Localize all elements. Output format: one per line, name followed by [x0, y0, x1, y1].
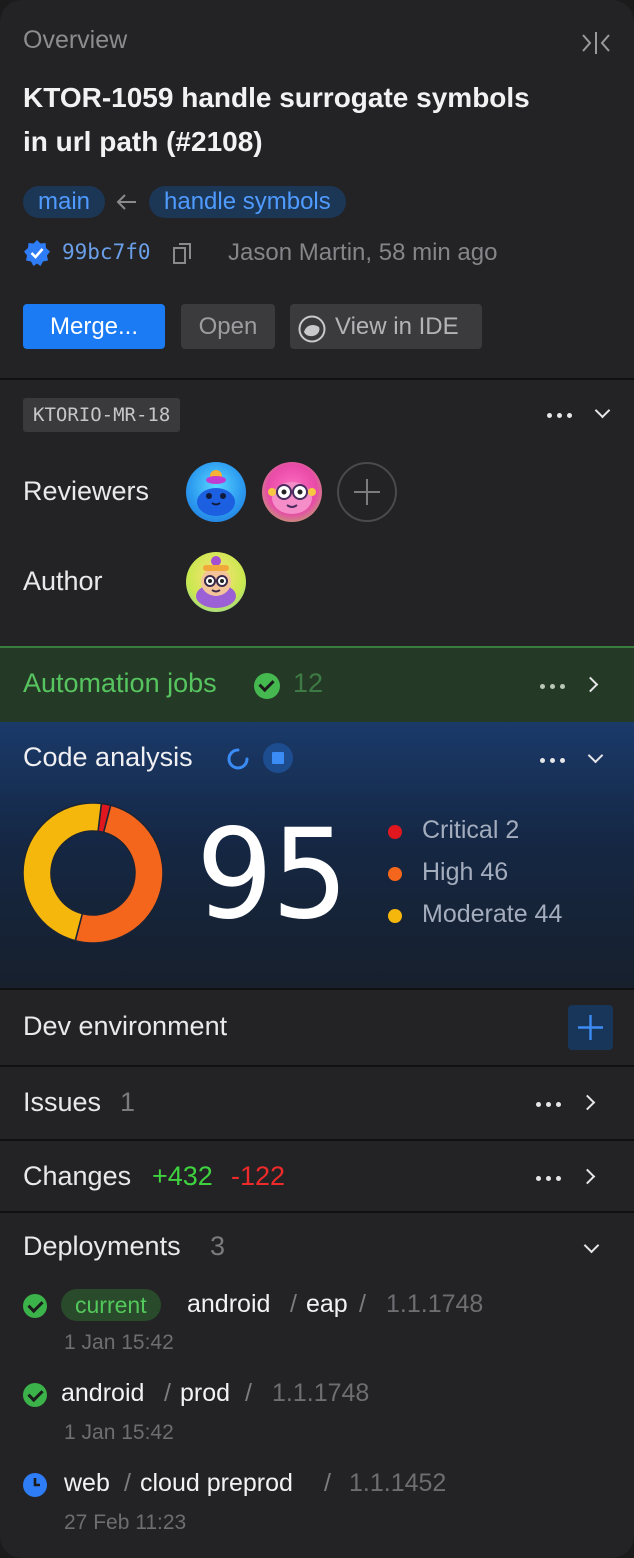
- open-button[interactable]: Open: [181, 304, 275, 349]
- path-separator: /: [164, 1379, 171, 1407]
- success-check-icon: [254, 673, 280, 699]
- deployment-time: 1 Jan 15:42: [64, 1421, 174, 1444]
- legend-moderate: Moderate 44: [422, 900, 563, 928]
- legend-high: High 46: [422, 858, 509, 886]
- verified-badge-icon: [23, 239, 51, 267]
- legend-dot-high: [388, 867, 402, 881]
- deployment-version: 1.1.1748: [272, 1379, 370, 1407]
- deployment-version: 1.1.1452: [349, 1469, 447, 1497]
- merge-button[interactable]: Merge...: [23, 304, 165, 349]
- mr-id-badge[interactable]: KTORIO-MR-18: [23, 398, 181, 432]
- path-separator: /: [245, 1379, 252, 1407]
- issues-label[interactable]: Issues: [23, 1087, 101, 1118]
- more-options-icon[interactable]: [536, 1101, 561, 1107]
- divider: [0, 378, 634, 380]
- reviewer-avatar[interactable]: [262, 462, 322, 522]
- more-options-icon[interactable]: [536, 1175, 561, 1181]
- chevron-right-icon[interactable]: [579, 1094, 596, 1111]
- source-branch-badge[interactable]: handle symbols: [149, 186, 346, 218]
- arrow-left-icon: [116, 192, 138, 212]
- merge-request-panel: Overview KTOR-1059 handle surrogate symb…: [0, 0, 634, 1558]
- reviewer-avatar[interactable]: [186, 462, 246, 522]
- automation-jobs-count: 12: [293, 668, 324, 698]
- collapse-panel-icon[interactable]: [580, 30, 612, 56]
- success-check-icon: [23, 1383, 47, 1407]
- legend-dot-critical: [388, 825, 402, 839]
- more-options-icon[interactable]: [547, 412, 572, 418]
- chevron-down-icon[interactable]: [583, 1237, 600, 1254]
- chevron-down-icon[interactable]: [594, 402, 611, 419]
- deployments-label: Deployments: [23, 1231, 181, 1261]
- divider: [0, 1139, 634, 1141]
- chevron-right-icon[interactable]: [582, 676, 599, 693]
- path-separator: /: [124, 1469, 131, 1497]
- page-title-line2: in url path (#2108): [23, 126, 263, 157]
- changes-added: +432: [152, 1161, 213, 1191]
- deployment-env[interactable]: prod: [180, 1379, 230, 1408]
- path-separator: /: [290, 1290, 297, 1318]
- severity-donut-chart: [23, 803, 163, 943]
- divider: [0, 1065, 634, 1067]
- more-options-icon[interactable]: [540, 757, 565, 763]
- more-options-icon[interactable]: [540, 683, 565, 689]
- add-dev-environment-button[interactable]: [568, 1005, 613, 1050]
- author-avatar[interactable]: [186, 552, 246, 612]
- stop-analysis-button[interactable]: [263, 743, 293, 773]
- success-check-icon: [23, 1294, 47, 1318]
- path-separator: /: [359, 1290, 366, 1318]
- ide-icon: [298, 313, 326, 343]
- chevron-down-icon[interactable]: [587, 747, 604, 764]
- plus-icon: [578, 1015, 603, 1040]
- copy-icon[interactable]: [172, 242, 192, 266]
- legend-critical: Critical 2: [422, 816, 520, 844]
- changes-label[interactable]: Changes: [23, 1161, 131, 1192]
- analysis-score: 95: [196, 803, 349, 947]
- divider: [0, 1211, 634, 1213]
- path-separator: /: [324, 1469, 331, 1497]
- view-in-ide-label: View in IDE: [335, 313, 459, 340]
- automation-jobs-label: Automation jobs: [23, 668, 217, 698]
- deployment-env[interactable]: cloud preprod: [140, 1469, 293, 1498]
- dev-environment-label: Dev environment: [23, 1011, 228, 1041]
- add-reviewer-button[interactable]: [337, 462, 397, 522]
- page-title-line1: KTOR-1059 handle surrogate symbols: [23, 82, 530, 113]
- legend-dot-moderate: [388, 909, 402, 923]
- plus-icon: [354, 479, 380, 505]
- issues-count: 1: [120, 1087, 136, 1117]
- author-label: Author: [23, 566, 103, 596]
- deployments-count: 3: [210, 1231, 226, 1261]
- changes-removed: -122: [231, 1161, 286, 1191]
- deployment-target[interactable]: web: [64, 1469, 110, 1498]
- view-in-ide-button[interactable]: View in IDE: [290, 304, 482, 349]
- stop-icon: [272, 752, 284, 764]
- deployment-env[interactable]: eap: [306, 1290, 348, 1319]
- divider: [0, 988, 634, 990]
- loading-spinner-icon: [226, 747, 250, 771]
- deployment-target[interactable]: android: [187, 1290, 270, 1319]
- deployment-time: 1 Jan 15:42: [64, 1331, 174, 1354]
- commit-meta: Jason Martin, 58 min ago: [228, 239, 498, 266]
- chevron-right-icon[interactable]: [579, 1168, 596, 1185]
- clock-icon: [23, 1473, 47, 1497]
- target-branch-badge[interactable]: main: [23, 186, 106, 218]
- commit-hash[interactable]: 99bc7f0: [62, 240, 151, 264]
- deployment-version: 1.1.1748: [386, 1290, 484, 1318]
- deployment-time: 27 Feb 11:23: [64, 1511, 187, 1534]
- deployment-target[interactable]: android: [61, 1379, 144, 1408]
- reviewers-label: Reviewers: [23, 476, 150, 506]
- code-analysis-label: Code analysis: [23, 742, 193, 772]
- current-badge: current: [61, 1289, 161, 1321]
- overview-label: Overview: [23, 26, 128, 54]
- code-analysis-section: Code analysis 95 Critical 2 High 46 Mode…: [0, 722, 634, 988]
- automation-jobs-row[interactable]: Automation jobs 12: [0, 646, 634, 722]
